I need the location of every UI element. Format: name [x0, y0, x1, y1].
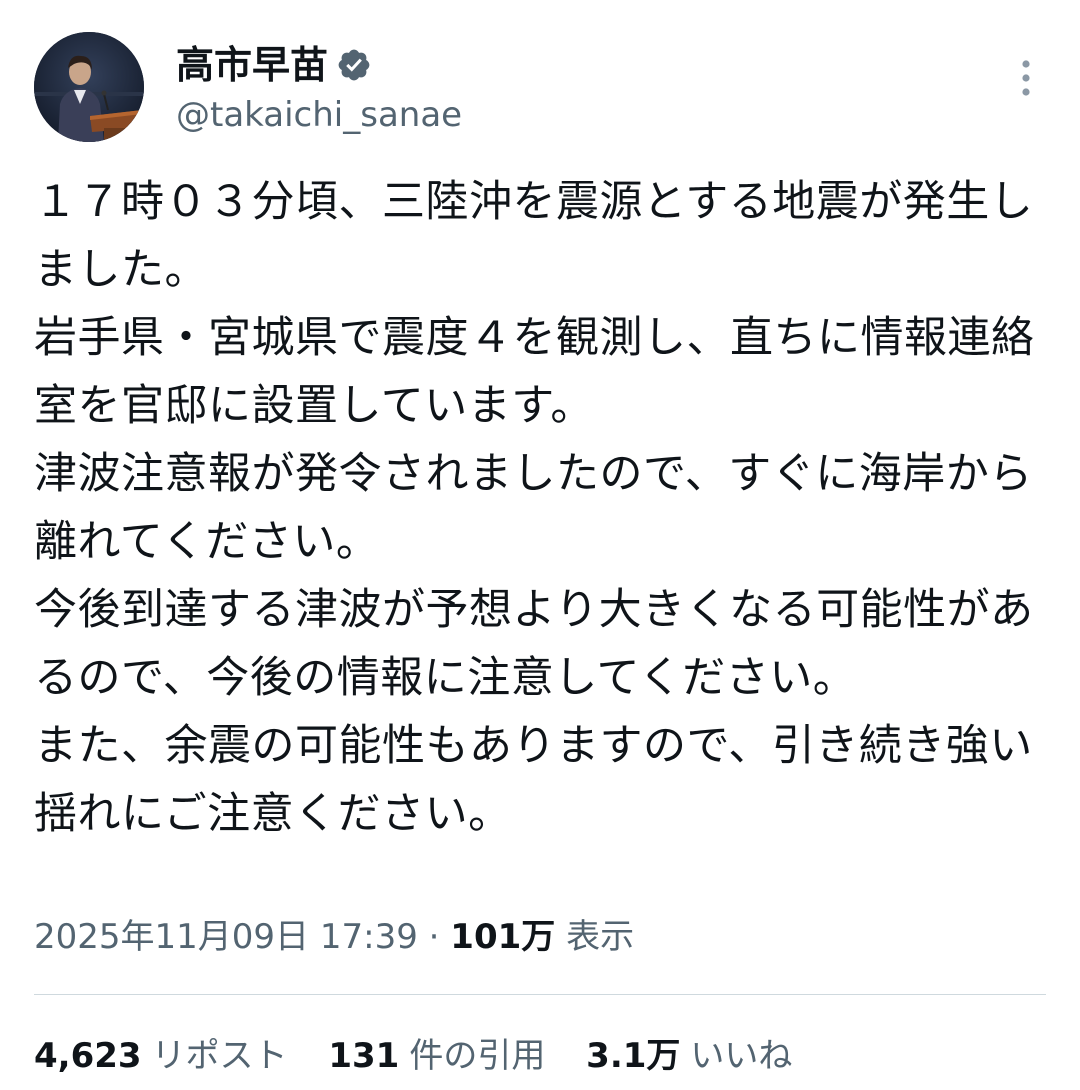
reposts-stat[interactable]: 4,623 リポスト	[34, 1030, 288, 1082]
meta-separator: ·	[428, 917, 440, 957]
avatar[interactable]	[34, 32, 144, 142]
views-label: 表示	[566, 917, 635, 957]
author-name-row[interactable]: 高市早苗	[176, 40, 372, 90]
quotes-count: 131	[328, 1036, 400, 1076]
tweet-text: １７時０３分頃、三陸沖を震源とする地震が発生しました。 岩手県・宮城県で震度４を…	[34, 177, 1035, 839]
divider	[34, 994, 1046, 995]
tweet-meta: 2025年11月09日 17:39 · 101万 表示	[34, 912, 634, 962]
tweet-datetime[interactable]: 2025年11月09日 17:39	[34, 917, 418, 957]
quotes-stat[interactable]: 131 件の引用	[328, 1030, 545, 1082]
tweet-detail: 高市早苗 @takaichi_sanae １７時０３分頃、三陸沖を震源とする地震…	[0, 0, 1080, 1090]
reposts-label: リポスト	[151, 1036, 288, 1076]
likes-label: いいね	[690, 1036, 793, 1076]
author-display-name[interactable]: 高市早苗	[176, 40, 328, 90]
quotes-label: 件の引用	[409, 1036, 546, 1076]
verified-badge-icon	[336, 47, 372, 83]
views-count: 101万	[450, 917, 556, 957]
author-handle[interactable]: @takaichi_sanae	[176, 92, 462, 138]
reposts-count: 4,623	[34, 1036, 142, 1076]
engagement-stats: 4,623 リポスト 131 件の引用 3.1万 いいね	[34, 1030, 822, 1082]
likes-count: 3.1万	[586, 1036, 681, 1076]
tweet-header: 高市早苗 @takaichi_sanae	[34, 32, 1044, 144]
more-options-icon[interactable]	[1016, 58, 1036, 98]
likes-stat[interactable]: 3.1万 いいね	[586, 1030, 792, 1082]
profile-photo-icon	[34, 32, 144, 142]
